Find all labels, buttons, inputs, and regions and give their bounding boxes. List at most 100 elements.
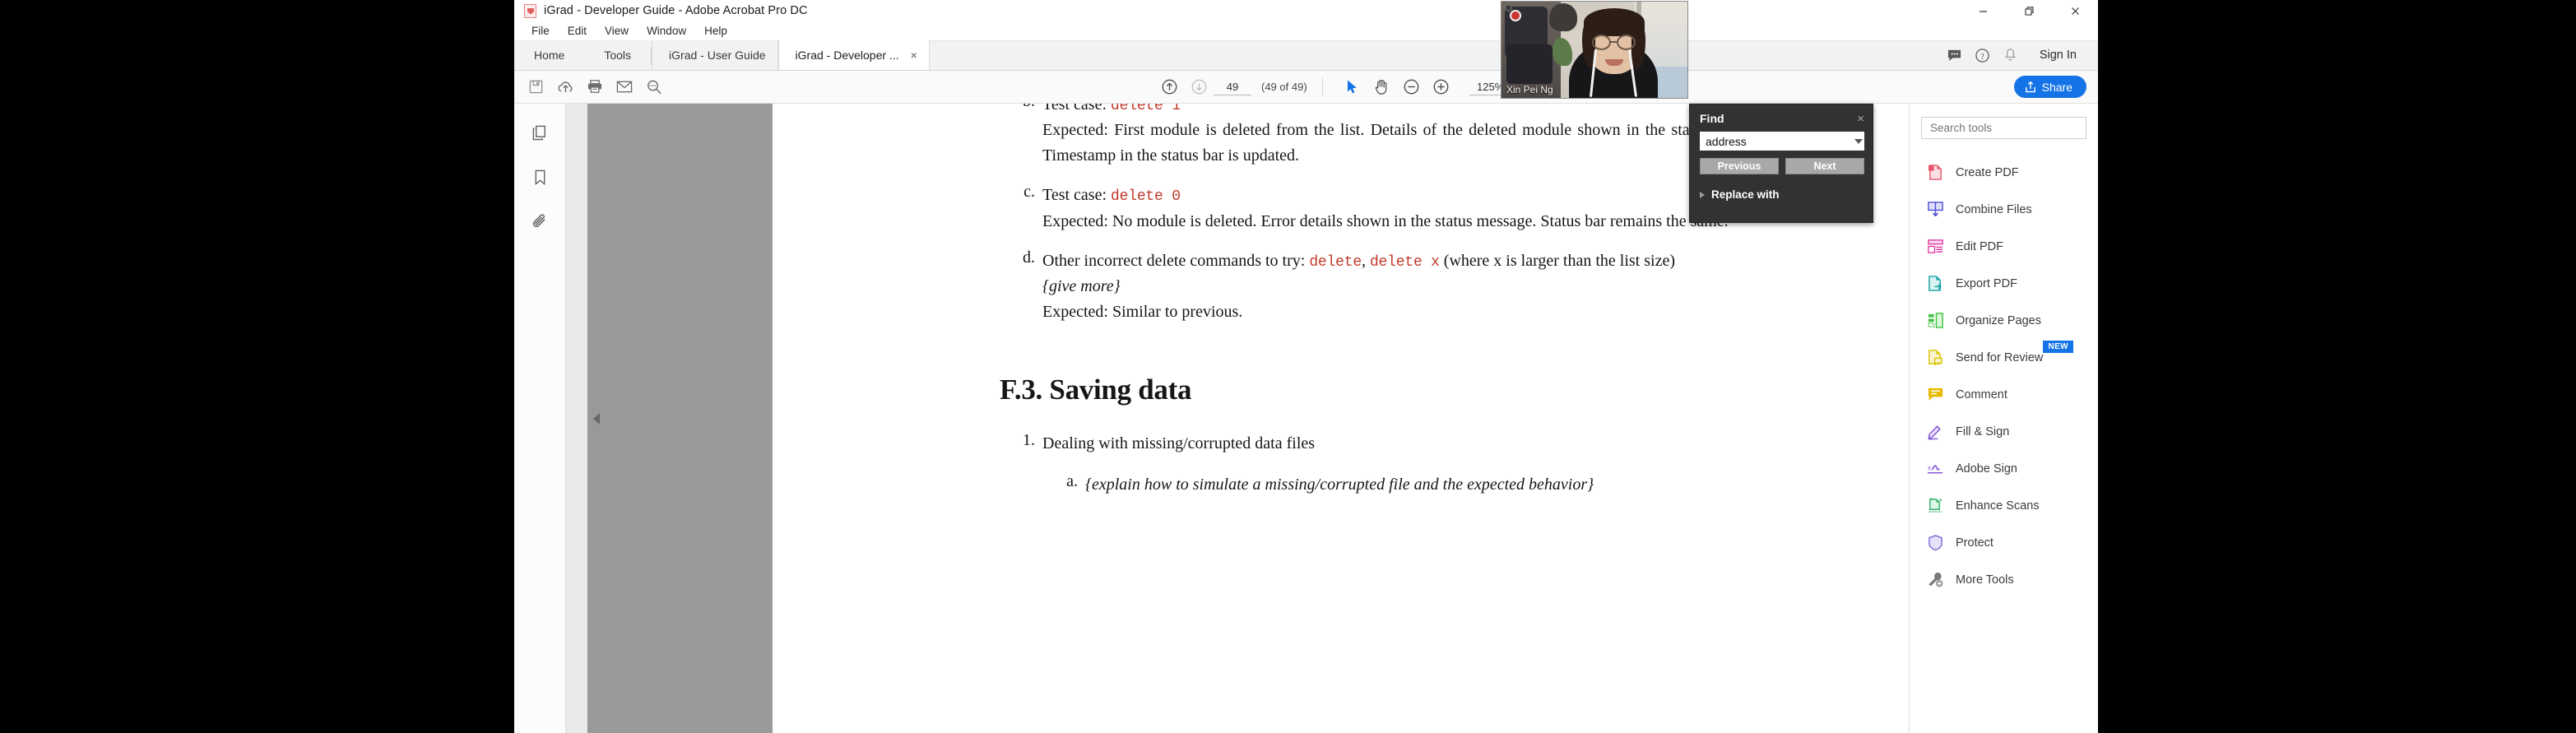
- left-navigation-rail: [514, 104, 566, 733]
- find-input[interactable]: [1706, 134, 1854, 148]
- find-panel-header: Find ×: [1690, 104, 1873, 128]
- page-left-shadow-area: [587, 104, 773, 733]
- search-tools-input[interactable]: [1930, 122, 2077, 134]
- search-icon[interactable]: [639, 73, 669, 101]
- tool-edit-pdf[interactable]: Edit PDF: [1910, 228, 2098, 265]
- bookmarks-icon[interactable]: [526, 165, 554, 189]
- page-number-input[interactable]: [1214, 78, 1251, 95]
- tool-fill-and-sign[interactable]: Fill & Sign: [1910, 413, 2098, 450]
- select-cursor-icon[interactable]: [1338, 73, 1367, 101]
- save-icon[interactable]: [521, 73, 550, 101]
- search-tools-field[interactable]: [1921, 117, 2086, 139]
- webcam-overlay[interactable]: Xin Pei Ng: [1501, 1, 1688, 99]
- command-code-2: delete x: [1369, 253, 1440, 271]
- new-badge: NEW: [2043, 341, 2073, 353]
- enhance-scans-icon: [1926, 497, 1944, 515]
- find-panel: Find × Previous Next Replace with: [1689, 104, 1873, 223]
- comment-icon[interactable]: [1941, 40, 1969, 70]
- menu-edit[interactable]: Edit: [559, 23, 596, 39]
- window-title: iGrad - Developer Guide - Adobe Acrobat …: [544, 4, 808, 17]
- share-upload-icon: [2025, 81, 2035, 93]
- find-panel-title: Find: [1700, 112, 1724, 125]
- print-icon[interactable]: [580, 73, 610, 101]
- tool-export-pdf[interactable]: Export PDF: [1910, 265, 2098, 302]
- tool-label: Send for Review: [1956, 350, 2044, 364]
- find-previous-button[interactable]: Previous: [1700, 158, 1779, 174]
- menu-file[interactable]: File: [522, 23, 559, 39]
- incorrect-commands-line: Other incorrect delete commands to try: …: [1042, 248, 1675, 274]
- replace-with-label: Replace with: [1711, 188, 1780, 201]
- list-content: Other incorrect delete commands to try: …: [1042, 248, 1675, 324]
- share-button[interactable]: Share: [2013, 76, 2086, 98]
- tool-label: Fill & Sign: [1956, 424, 2010, 438]
- incorrect-commands-prefix: Other incorrect delete commands to try:: [1042, 251, 1310, 270]
- svg-text:x: x: [1927, 464, 1930, 471]
- toolbar-left-group: [521, 73, 669, 101]
- page-thumbnails-icon[interactable]: [526, 120, 554, 145]
- page-down-icon[interactable]: [1184, 73, 1214, 101]
- screen-root: iGrad - Developer Guide - Adobe Acrobat …: [0, 0, 2576, 733]
- zoom-out-icon[interactable]: [1397, 73, 1427, 101]
- tool-more-tools[interactable]: More Tools: [1910, 561, 2098, 598]
- tool-label: Comment: [1956, 387, 2007, 401]
- collapse-left-arrow-icon[interactable]: [593, 412, 600, 424]
- restore-button[interactable]: [2006, 0, 2052, 21]
- share-label: Share: [2041, 80, 2072, 94]
- pdf-page: b. Test case: delete 1 Expected: First m…: [773, 104, 2098, 733]
- page-up-icon[interactable]: [1154, 73, 1184, 101]
- tool-label: Combine Files: [1956, 202, 2032, 216]
- document-tab-developer-guide[interactable]: iGrad - Developer ... ×: [777, 40, 930, 70]
- sign-in-button[interactable]: Sign In: [2025, 49, 2088, 62]
- tool-label: Enhance Scans: [1956, 499, 2040, 513]
- tool-create-pdf[interactable]: Create PDF: [1910, 154, 2098, 191]
- svg-text:?: ?: [1981, 52, 1985, 61]
- close-tab-icon[interactable]: ×: [911, 49, 917, 61]
- tool-protect[interactable]: Protect: [1910, 524, 2098, 561]
- tab-tools[interactable]: Tools: [584, 40, 652, 70]
- menu-view[interactable]: View: [596, 23, 638, 39]
- email-icon[interactable]: [610, 73, 639, 101]
- zoom-in-icon[interactable]: [1427, 73, 1456, 101]
- export-pdf-icon: [1926, 275, 1944, 293]
- menu-window[interactable]: Window: [638, 23, 695, 39]
- upload-cloud-icon[interactable]: [550, 73, 580, 101]
- test-case-prefix: Test case:: [1042, 186, 1112, 205]
- tools-panel: Create PDF Combine Files Edit PDF Export…: [1909, 104, 2098, 733]
- tool-combine-files[interactable]: Combine Files: [1910, 191, 2098, 228]
- tool-label: Export PDF: [1956, 276, 2017, 290]
- replace-with-toggle[interactable]: Replace with: [1700, 188, 1864, 201]
- attachments-icon[interactable]: [526, 209, 554, 234]
- minimize-button[interactable]: [1960, 0, 2006, 21]
- find-history-caret-icon[interactable]: [1854, 138, 1863, 144]
- help-icon[interactable]: ?: [1969, 40, 1997, 70]
- comment-tool-icon: [1926, 386, 1944, 404]
- test-case-code: delete 1: [1111, 104, 1181, 114]
- tab-home[interactable]: Home: [514, 40, 585, 70]
- tool-comment[interactable]: Comment: [1910, 376, 2098, 413]
- document-tab-label: iGrad - User Guide: [669, 49, 766, 62]
- tool-adobe-sign[interactable]: x Adobe Sign: [1910, 450, 2098, 487]
- hand-icon[interactable]: [1367, 73, 1397, 101]
- bell-icon[interactable]: [1997, 40, 2025, 70]
- comma-separator: ,: [1361, 251, 1370, 270]
- tool-label: Create PDF: [1956, 165, 2019, 179]
- list-item: 1. Dealing with missing/corrupted data f…: [1019, 431, 1793, 456]
- document-tab-user-guide[interactable]: iGrad - User Guide: [652, 40, 778, 70]
- title-bar: iGrad - Developer Guide - Adobe Acrobat …: [514, 0, 2098, 21]
- list-content: Test case: delete 0 Expected: No module …: [1042, 183, 1775, 234]
- tool-enhance-scans[interactable]: Enhance Scans: [1910, 487, 2098, 524]
- find-input-wrapper[interactable]: [1700, 132, 1864, 151]
- menu-help[interactable]: Help: [695, 23, 736, 39]
- combine-files-icon: [1926, 201, 1944, 219]
- find-next-button[interactable]: Next: [1785, 158, 1864, 174]
- webcam-status-dot: [1505, 4, 1512, 12]
- give-more-note: {give more}: [1042, 277, 1121, 296]
- list-marker: 1.: [1023, 431, 1035, 450]
- list-item: d. Other incorrect delete commands to tr…: [1019, 248, 1793, 324]
- tool-send-for-review[interactable]: NEW Send for Review: [1910, 339, 2098, 376]
- tools-list: Create PDF Combine Files Edit PDF Export…: [1910, 154, 2098, 598]
- tool-organize-pages[interactable]: Organize Pages: [1910, 302, 2098, 339]
- close-button[interactable]: [2052, 0, 2098, 21]
- find-close-icon[interactable]: ×: [1857, 113, 1864, 125]
- tool-label: Edit PDF: [1956, 239, 2004, 253]
